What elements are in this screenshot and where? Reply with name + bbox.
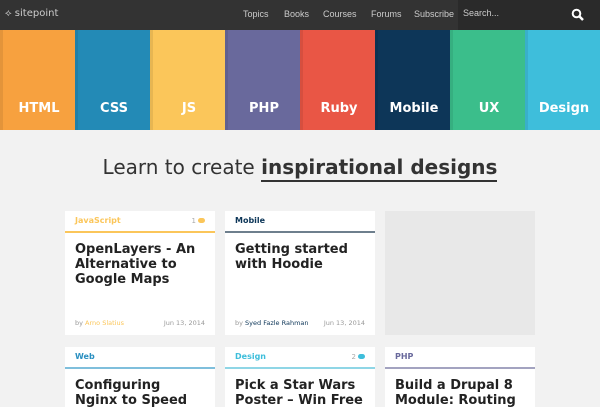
nav-subscribe[interactable]: Subscribe <box>414 9 454 19</box>
card-category[interactable]: PHP <box>385 347 535 369</box>
card-date: Jun 13, 2014 <box>323 319 365 327</box>
by-label: by <box>235 319 246 327</box>
nav-courses[interactable]: Courses <box>323 9 357 19</box>
tile-label: CSS <box>100 101 128 116</box>
card-footer: by Arno Slatius Jun 13, 2014 <box>75 319 205 327</box>
by-label: by <box>75 319 86 327</box>
top-nav-bar: ⟡ sitepoint Topics Books Courses Forums … <box>0 0 600 30</box>
nav-topics[interactable]: Topics <box>243 9 269 19</box>
search-input[interactable] <box>463 8 563 18</box>
tile-ux[interactable]: UX <box>450 30 525 130</box>
card-title[interactable]: Pick a Star Wars Poster – Win Free <box>225 369 375 407</box>
card-title[interactable]: Build a Drupal 8 Module: Routing <box>385 369 535 407</box>
comment-count[interactable]: 1 <box>192 217 205 225</box>
category-label: JavaScript <box>75 216 121 225</box>
comment-icon <box>198 218 205 223</box>
tile-label: UX <box>478 101 500 116</box>
comment-icon <box>358 354 365 359</box>
tile-label: Ruby <box>320 101 358 116</box>
tile-php[interactable]: PHP <box>225 30 300 130</box>
card-title[interactable]: Configuring Nginx to Speed Up Your <box>65 369 215 407</box>
article-card[interactable]: Mobile Getting started with Hoodie by Sy… <box>225 211 375 335</box>
tile-css[interactable]: CSS <box>75 30 150 130</box>
page-headline: Learn to create inspirational designs <box>0 155 600 182</box>
logo-text: sitepoint <box>14 8 59 19</box>
card-title[interactable]: OpenLayers - An Alternative to Google Ma… <box>65 233 215 287</box>
comment-number: 2 <box>351 353 356 361</box>
card-category[interactable]: Design 2 <box>225 347 375 369</box>
article-card[interactable]: JavaScript 1 OpenLayers - An Alternative … <box>65 211 215 335</box>
category-label: PHP <box>395 352 414 361</box>
category-label: Design <box>235 352 266 361</box>
article-card[interactable]: Web Configuring Nginx to Speed Up Your <box>65 347 215 407</box>
ad-placeholder <box>385 211 535 335</box>
tile-label: HTML <box>18 101 60 116</box>
author-link[interactable]: Syed Fazle Rahman <box>245 319 308 327</box>
topic-tiles: HTML CSS JS PHP Ruby Mobile UX Design <box>0 30 600 130</box>
comment-count[interactable]: 2 <box>352 353 365 361</box>
article-card[interactable]: PHP Build a Drupal 8 Module: Routing <box>385 347 535 407</box>
headline-emphasis: inspirational designs <box>261 155 498 182</box>
search-box <box>458 0 600 30</box>
sitepoint-logo[interactable]: ⟡ sitepoint <box>5 8 58 19</box>
card-category[interactable]: Web <box>65 347 215 369</box>
tile-design[interactable]: Design <box>525 30 600 130</box>
card-footer: by Syed Fazle Rahman Jun 13, 2014 <box>235 319 365 327</box>
tile-js[interactable]: JS <box>150 30 225 130</box>
category-label: Web <box>75 352 95 361</box>
search-icon[interactable] <box>571 8 585 22</box>
tile-html[interactable]: HTML <box>0 30 75 130</box>
tile-label: Design <box>538 101 590 116</box>
nav-books[interactable]: Books <box>284 9 309 19</box>
nav-forums[interactable]: Forums <box>371 9 402 19</box>
author-link[interactable]: Arno Slatius <box>85 319 124 327</box>
card-category[interactable]: JavaScript 1 <box>65 211 215 233</box>
card-title[interactable]: Getting started with Hoodie <box>225 233 375 272</box>
tile-mobile[interactable]: Mobile <box>375 30 450 130</box>
tile-ruby[interactable]: Ruby <box>300 30 375 130</box>
headline-prefix: Learn to create <box>102 155 262 179</box>
card-category[interactable]: Mobile <box>225 211 375 233</box>
card-date: Jun 13, 2014 <box>163 319 205 327</box>
comment-number: 1 <box>191 217 196 225</box>
tile-label: JS <box>181 101 197 116</box>
article-card[interactable]: Design 2 Pick a Star Wars Poster – Win Fr… <box>225 347 375 407</box>
category-label: Mobile <box>235 216 266 225</box>
tile-label: Mobile <box>389 101 439 116</box>
tile-label: PHP <box>249 101 279 116</box>
